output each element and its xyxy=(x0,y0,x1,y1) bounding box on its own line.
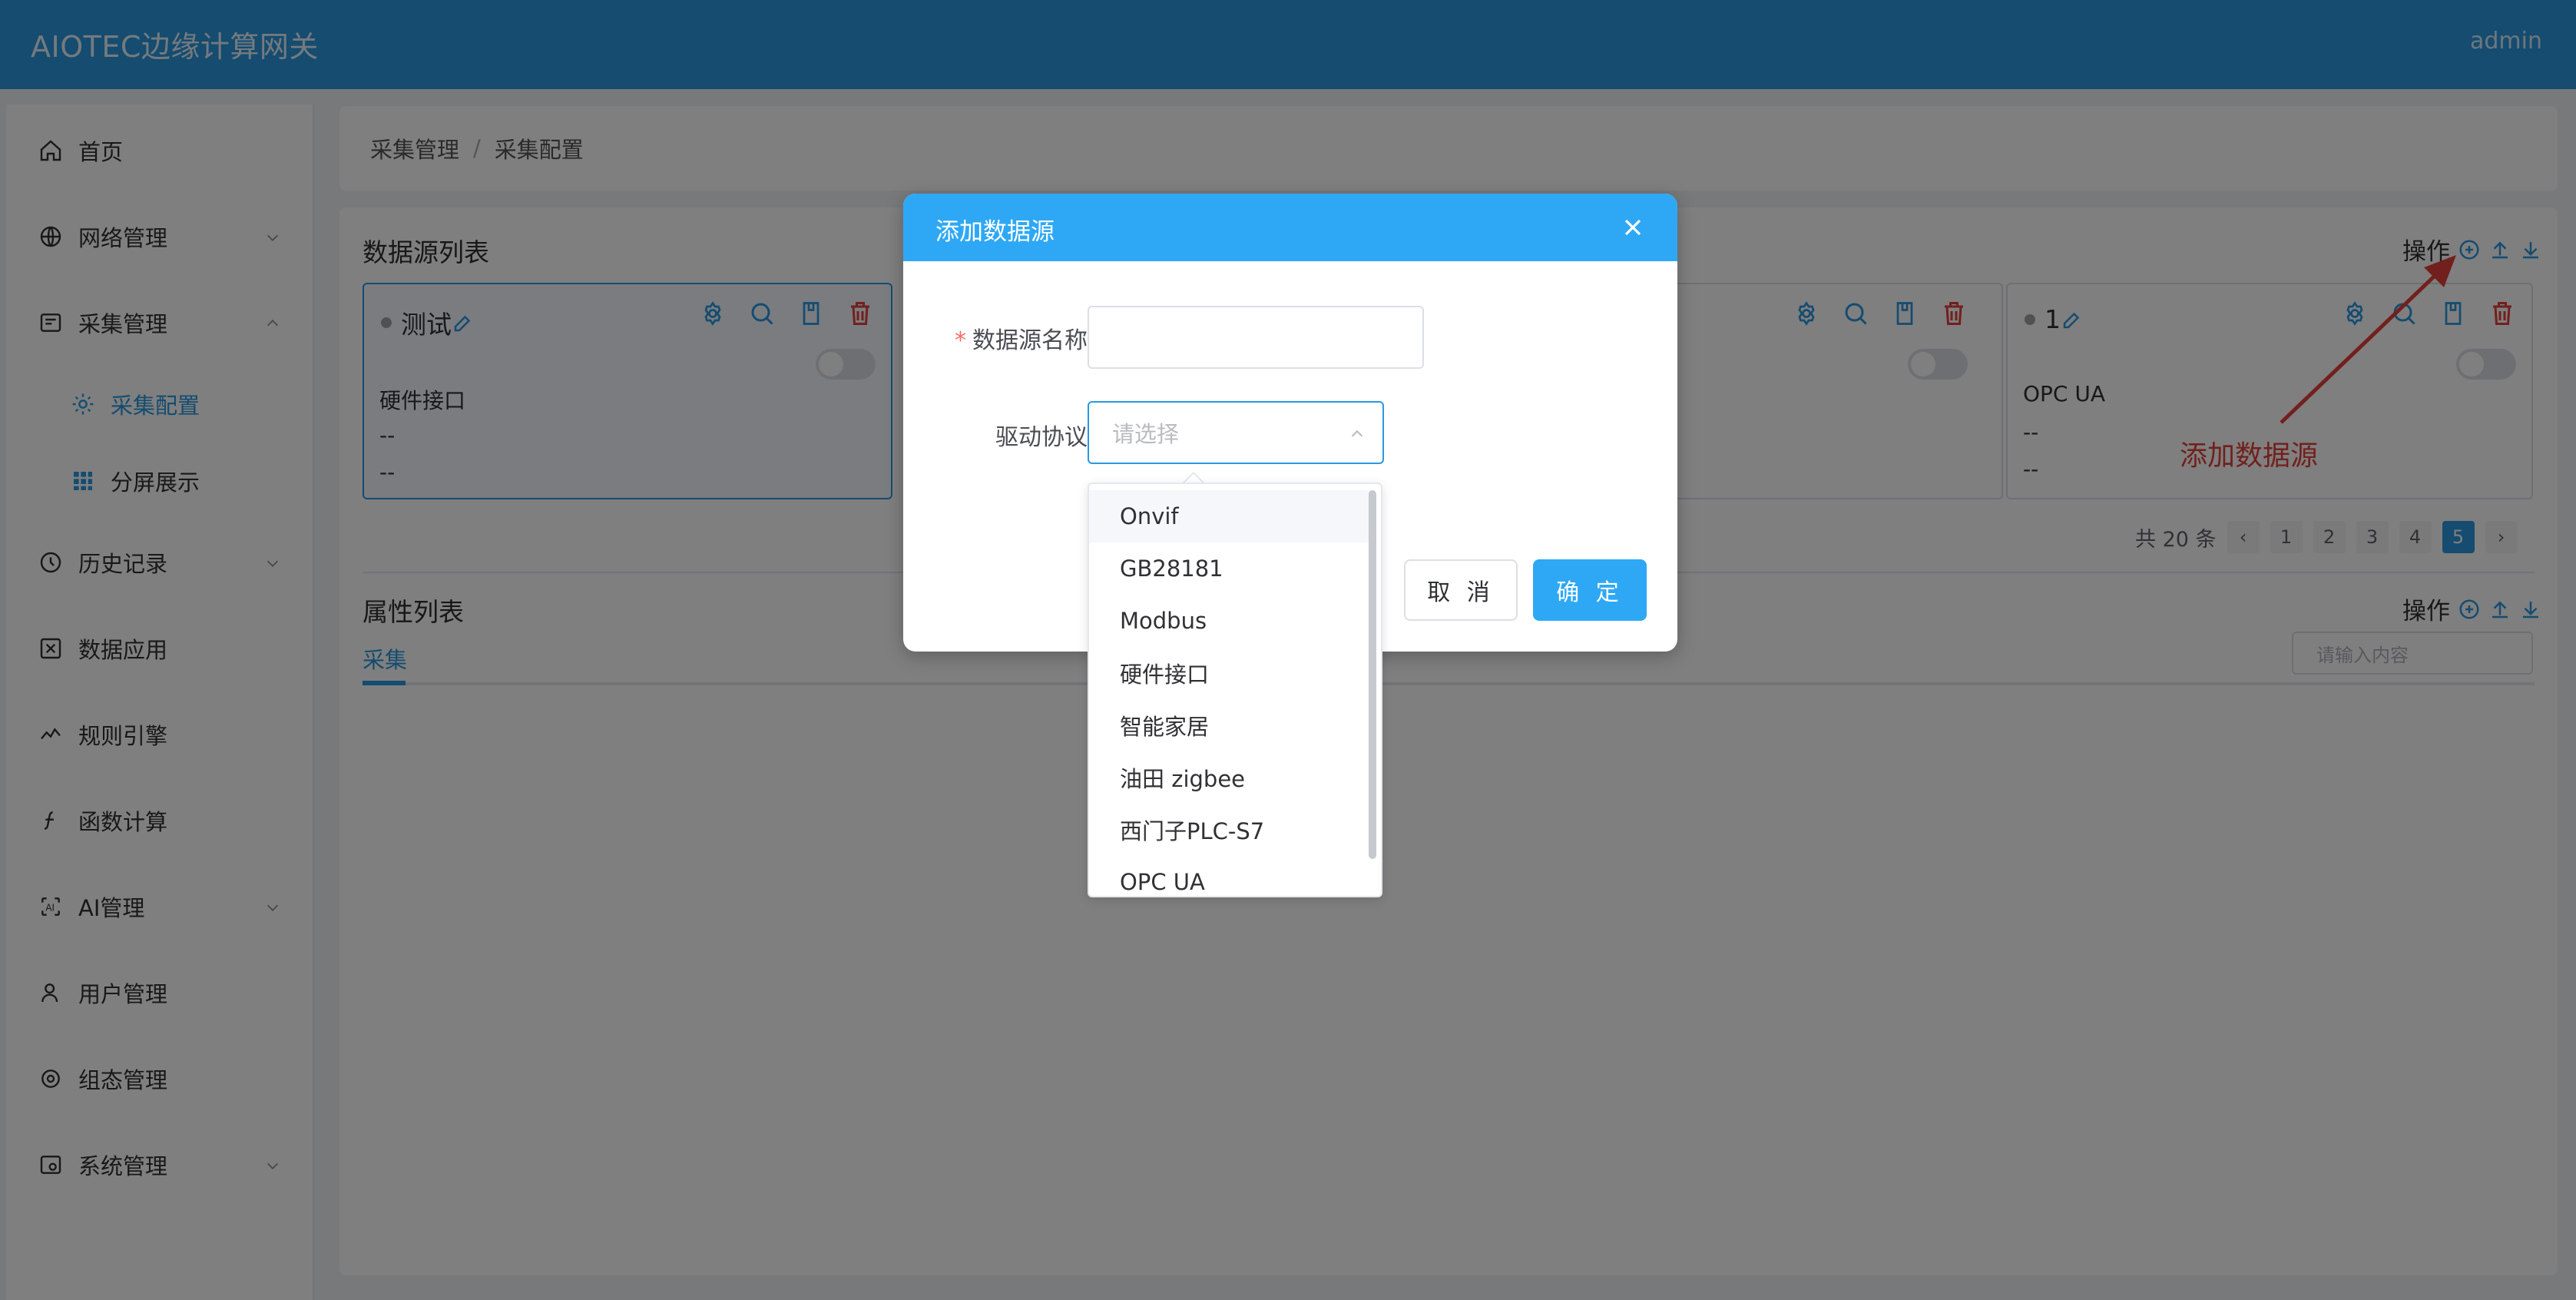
chevron-up-icon xyxy=(1351,429,1363,437)
close-icon[interactable] xyxy=(1619,214,1647,241)
dropdown-option[interactable]: 西门子PLC-S7 xyxy=(1089,804,1373,856)
dropdown-option[interactable]: Onvif xyxy=(1089,490,1373,542)
protocol-label: 驱动协议 xyxy=(995,424,1088,451)
dialog-header: 添加数据源 xyxy=(903,194,1677,261)
cancel-button[interactable]: 取 消 xyxy=(1404,559,1518,621)
dropdown-option[interactable]: GB28181 xyxy=(1089,542,1373,595)
dropdown-option[interactable]: OPC UA xyxy=(1089,856,1373,896)
confirm-button[interactable]: 确 定 xyxy=(1533,559,1647,621)
protocol-select[interactable]: 请选择 xyxy=(1088,401,1384,464)
dropdown-option[interactable]: 智能家居 xyxy=(1089,699,1373,751)
label-text: 数据源名称 xyxy=(972,327,1088,354)
select-placeholder: 请选择 xyxy=(1112,421,1180,447)
dropdown-scrollbar[interactable] xyxy=(1369,490,1376,859)
dropdown-option[interactable]: Modbus xyxy=(1089,595,1373,647)
dropdown-option[interactable]: 油田 zigbee xyxy=(1089,751,1373,804)
dropdown-option[interactable]: 硬件接口 xyxy=(1089,647,1373,699)
protocol-dropdown: Onvif GB28181 Modbus 硬件接口 智能家居 油田 zigbee… xyxy=(1088,483,1382,897)
required-mark: * xyxy=(955,327,966,354)
dialog-title: 添加数据源 xyxy=(935,218,1055,246)
datasource-name-input[interactable] xyxy=(1088,306,1424,369)
datasource-name-label: * 数据源名称 xyxy=(931,321,1088,355)
